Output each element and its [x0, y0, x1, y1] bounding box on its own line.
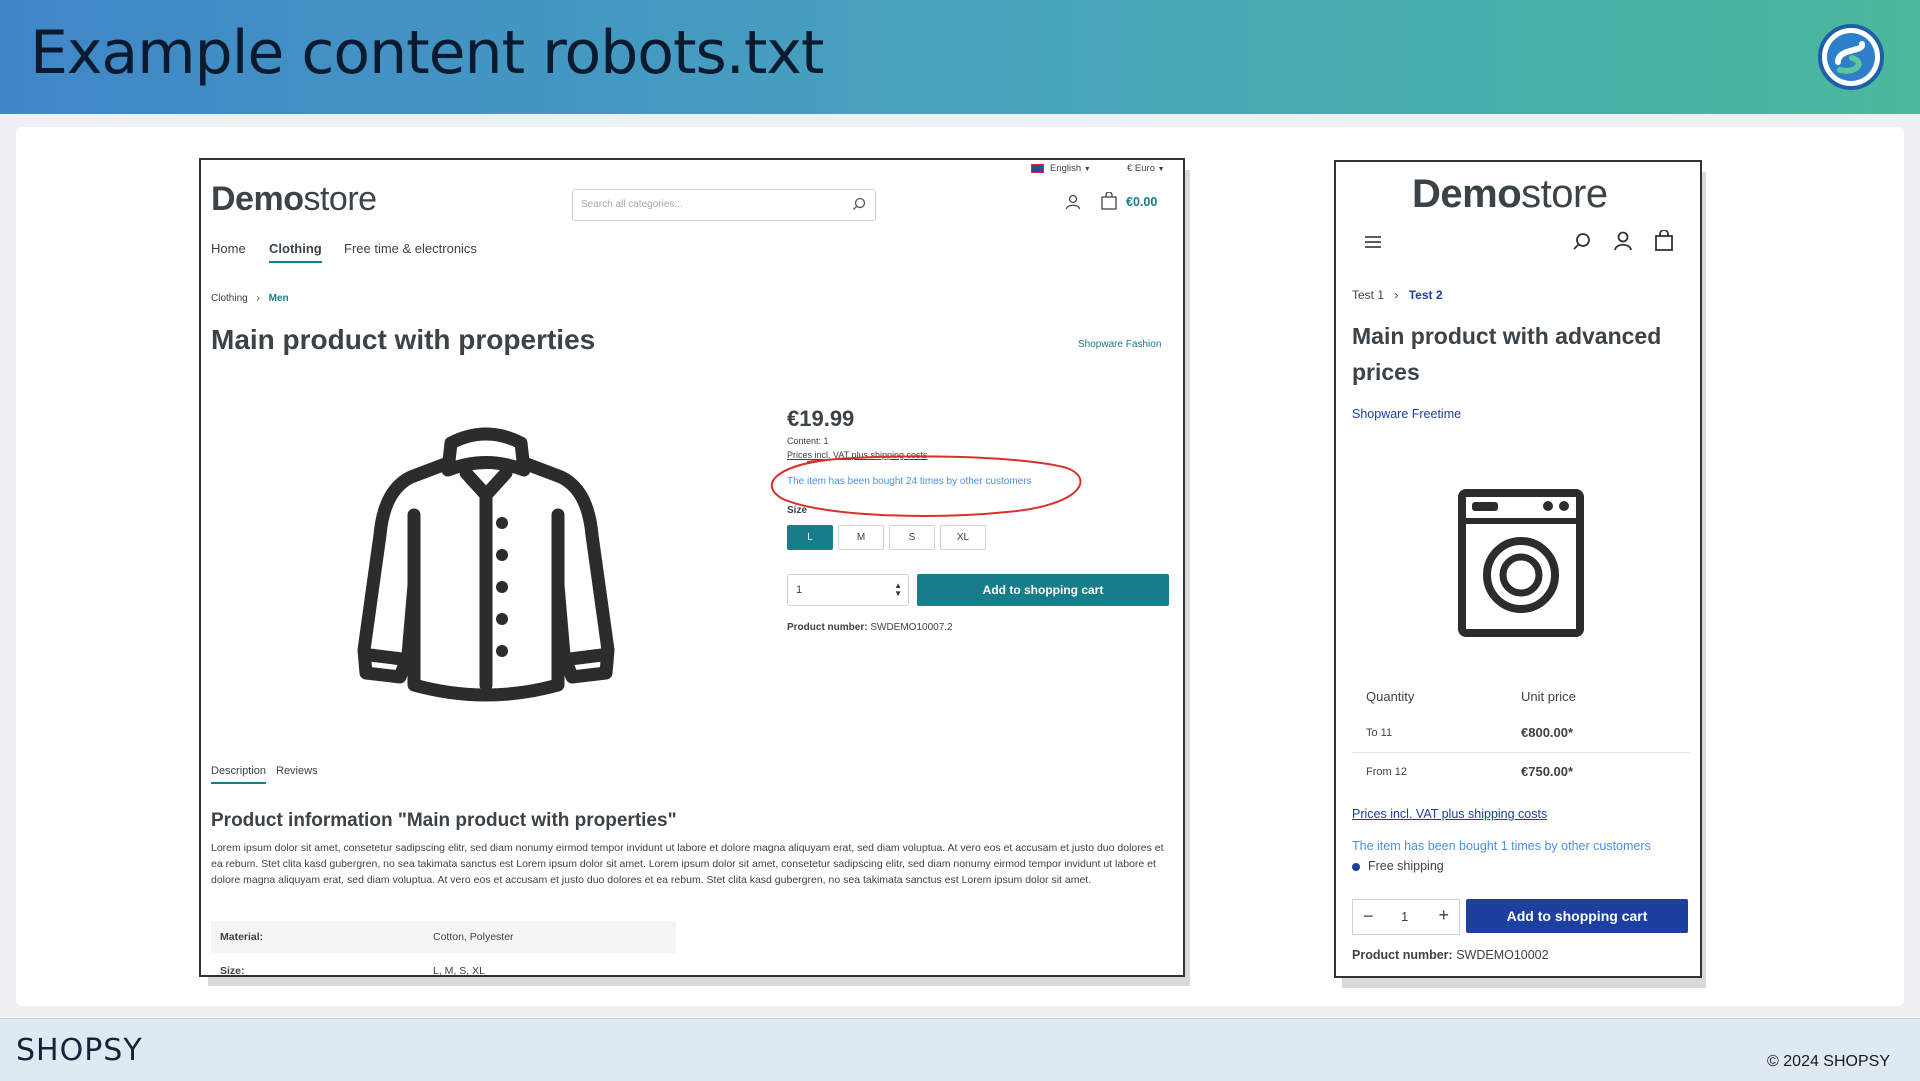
- vat-info-link[interactable]: Prices incl. VAT plus shipping costs: [1352, 807, 1547, 821]
- size-label: Size: [787, 505, 808, 516]
- account-icon[interactable]: [1065, 194, 1081, 210]
- cart-icon[interactable]: [1100, 192, 1118, 210]
- manufacturer-link[interactable]: Shopware Freetime: [1352, 407, 1461, 421]
- size-option-l[interactable]: L: [787, 525, 833, 550]
- quantity-stepper[interactable]: − 1 +: [1352, 899, 1460, 935]
- free-shipping-info: Free shipping: [1352, 859, 1444, 873]
- breadcrumb: Test 1 › Test 2: [1352, 288, 1443, 302]
- price-table-header-unit-price: Unit price: [1521, 689, 1576, 704]
- quantity-select[interactable]: 1 ▲ ▼: [787, 574, 909, 606]
- breadcrumb-item[interactable]: Clothing: [211, 293, 248, 304]
- price-row-qty: From 12: [1366, 766, 1407, 778]
- price-table-header-quantity: Quantity: [1366, 689, 1415, 704]
- slide-header: Example content robots.txt: [0, 0, 1920, 114]
- size-option-m[interactable]: M: [838, 525, 884, 550]
- search-icon[interactable]: [1572, 232, 1592, 252]
- product-title: Main product with advanced prices: [1352, 323, 1662, 385]
- cart-total[interactable]: €0.00: [1126, 195, 1157, 209]
- slide-title: Example content robots.txt: [30, 18, 824, 88]
- jacket-icon: [357, 427, 615, 702]
- annotation-circle: [770, 455, 1082, 517]
- mobile-screenshot: Demostore Test 1 › Test 2 Main product w…: [1334, 160, 1702, 978]
- cart-icon[interactable]: [1654, 230, 1674, 252]
- flag-uk-icon: [1031, 163, 1044, 173]
- price-row-divider: [1352, 752, 1690, 753]
- add-to-cart-button[interactable]: Add to shopping cart: [917, 574, 1169, 606]
- size-option-s[interactable]: S: [889, 525, 935, 550]
- search-input[interactable]: Search all categories...: [572, 189, 876, 221]
- search-icon[interactable]: [852, 197, 866, 211]
- slide-footer: SHOPSY © 2024 SHOPSY: [0, 1018, 1920, 1081]
- footer-shopsy-logo: SHOPSY: [16, 1033, 143, 1068]
- product-info-title: Product information "Main product with p…: [211, 810, 677, 831]
- demostore-logo[interactable]: Demostore: [1412, 172, 1608, 217]
- chevron-right-icon: ›: [1394, 288, 1399, 302]
- product-content: Content: 1: [787, 436, 829, 446]
- price-row-price: €750.00*: [1521, 764, 1574, 779]
- chevron-down-icon: ▼: [1083, 166, 1091, 173]
- spec-row-size: Size: L, M, S, XL: [211, 957, 676, 975]
- breadcrumb-item-current[interactable]: Men: [269, 293, 289, 304]
- account-icon[interactable]: [1613, 231, 1633, 251]
- size-option-xl[interactable]: XL: [940, 525, 986, 550]
- nav-home[interactable]: Home: [211, 241, 246, 256]
- manufacturer-link[interactable]: Shopware Fashion: [1078, 339, 1161, 350]
- price-row-price: €800.00*: [1521, 725, 1574, 740]
- product-number: Product number: SWDEMO10007.2: [787, 622, 953, 633]
- nav-clothing[interactable]: Clothing: [269, 241, 322, 263]
- washing-machine-icon: [1458, 489, 1584, 637]
- product-title: Main product with properties: [211, 324, 596, 355]
- bought-times-info: The item has been bought 1 times by othe…: [1352, 839, 1651, 853]
- chevron-right-icon: ›: [256, 293, 260, 304]
- minus-icon[interactable]: −: [1363, 906, 1374, 927]
- breadcrumb-item-current[interactable]: Test 2: [1409, 288, 1443, 302]
- product-description: Lorem ipsum dolor sit amet, consetetur s…: [211, 842, 1164, 886]
- plus-icon[interactable]: +: [1438, 905, 1449, 926]
- nav-free-time-electronics[interactable]: Free time & electronics: [344, 241, 477, 256]
- shopsy-logo-icon: [1818, 24, 1884, 90]
- add-to-cart-button[interactable]: Add to shopping cart: [1466, 899, 1688, 933]
- price-row-qty: To 11: [1366, 727, 1393, 739]
- tab-reviews[interactable]: Reviews: [276, 765, 318, 777]
- breadcrumb: Clothing › Men: [211, 293, 289, 304]
- spec-row-material: Material: Cotton, Polyester: [211, 921, 676, 953]
- footer-copyright: © 2024 SHOPSY: [1767, 1053, 1890, 1070]
- language-switcher[interactable]: English ▼: [1031, 163, 1091, 174]
- tab-description[interactable]: Description: [211, 765, 267, 784]
- product-price: €19.99: [787, 406, 855, 431]
- status-dot-icon: [1352, 862, 1360, 871]
- currency-switcher[interactable]: € Euro ▼: [1127, 163, 1165, 174]
- menu-icon[interactable]: [1364, 234, 1382, 250]
- breadcrumb-item[interactable]: Test 1: [1352, 288, 1384, 302]
- demostore-logo[interactable]: Demostore: [211, 180, 377, 219]
- product-number: Product number: SWDEMO10002: [1352, 948, 1549, 962]
- desktop-screenshot: English ▼ € Euro ▼ Demostore Search all …: [199, 158, 1185, 977]
- stepper-arrows-icon: ▲ ▼: [894, 581, 902, 598]
- chevron-down-icon: ▼: [1157, 166, 1165, 173]
